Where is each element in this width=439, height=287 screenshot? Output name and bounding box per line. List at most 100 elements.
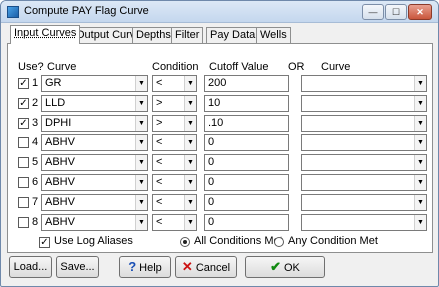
- ok-button[interactable]: ✔ OK: [245, 256, 325, 278]
- use-row-checkbox[interactable]: [18, 157, 29, 168]
- title-bar[interactable]: Compute PAY Flag Curve — ☐ ✕: [1, 1, 438, 23]
- use-row-checkbox[interactable]: ✓: [18, 98, 29, 109]
- curve-header: Curve: [47, 61, 77, 73]
- cutoff-input[interactable]: 0: [204, 154, 289, 171]
- help-icon: ?: [128, 259, 137, 274]
- cancel-label: Cancel: [195, 262, 231, 274]
- curve-select[interactable]: LLD ▼: [41, 95, 148, 112]
- alt-curve-select[interactable]: ▼: [301, 194, 427, 211]
- condition-value: <: [156, 216, 163, 228]
- chevron-down-icon: ▼: [135, 155, 147, 170]
- window-title: Compute PAY Flag Curve: [24, 5, 149, 17]
- curve-select[interactable]: ABHV ▼: [41, 214, 148, 231]
- condition-select[interactable]: < ▼: [152, 174, 197, 191]
- use-row-checkbox[interactable]: [18, 177, 29, 188]
- cutoff-value: 0: [208, 196, 215, 208]
- cutoff-value: 200: [208, 77, 227, 89]
- cutoff-input[interactable]: 10: [204, 95, 289, 112]
- tab-filter[interactable]: Filter: [171, 27, 204, 43]
- cancel-icon: ✕: [181, 259, 193, 274]
- curve-value: ABHV: [45, 156, 75, 168]
- alt-curve-select[interactable]: ▼: [301, 115, 427, 132]
- condition-select[interactable]: < ▼: [152, 134, 197, 151]
- tab-wells[interactable]: Wells: [256, 27, 291, 43]
- chevron-down-icon: ▼: [414, 96, 426, 111]
- condition-select[interactable]: < ▼: [152, 75, 197, 92]
- use-row-checkbox[interactable]: [18, 197, 29, 208]
- chevron-down-icon: ▼: [414, 195, 426, 210]
- close-button[interactable]: ✕: [408, 4, 432, 20]
- condition-select[interactable]: > ▼: [152, 95, 197, 112]
- help-label: Help: [139, 262, 162, 274]
- tab-pay-data[interactable]: Pay Data: [206, 27, 260, 43]
- cutoff-input[interactable]: 200: [204, 75, 289, 92]
- use-log-aliases-label: Use Log Aliases: [54, 235, 133, 247]
- alt-curve-select[interactable]: ▼: [301, 75, 427, 92]
- condition-select[interactable]: < ▼: [152, 194, 197, 211]
- alt-curve-select[interactable]: ▼: [301, 134, 427, 151]
- chevron-down-icon: ▼: [135, 215, 147, 230]
- condition-select[interactable]: > ▼: [152, 115, 197, 132]
- cutoff-value: 0: [208, 156, 215, 168]
- maximize-button[interactable]: ☐: [385, 4, 407, 20]
- curve-value: ABHV: [45, 196, 75, 208]
- check-mark-icon: ✓: [40, 237, 49, 248]
- curve-select[interactable]: ABHV ▼: [41, 154, 148, 171]
- curve-select[interactable]: DPHI ▼: [41, 115, 148, 132]
- chevron-down-icon: ▼: [184, 215, 196, 230]
- use-row-checkbox[interactable]: [18, 137, 29, 148]
- condition-value: <: [156, 77, 163, 89]
- curve-select[interactable]: ABHV ▼: [41, 174, 148, 191]
- minimize-button[interactable]: —: [362, 4, 384, 20]
- row-number: 6: [32, 176, 39, 188]
- condition-select[interactable]: < ▼: [152, 154, 197, 171]
- help-button[interactable]: ? Help: [119, 256, 171, 278]
- check-mark-icon: ✓: [19, 118, 28, 129]
- curve-value: DPHI: [45, 117, 72, 129]
- cutoff-header: Cutoff Value: [209, 61, 269, 73]
- chevron-down-icon: ▼: [184, 155, 196, 170]
- cutoff-input[interactable]: 0: [204, 134, 289, 151]
- chevron-down-icon: ▼: [414, 215, 426, 230]
- use-row-checkbox[interactable]: [18, 217, 29, 228]
- tab-depths[interactable]: Depths: [132, 27, 175, 43]
- condition-select[interactable]: < ▼: [152, 214, 197, 231]
- all-conditions-radio[interactable]: [180, 237, 190, 247]
- cutoff-value: 0: [208, 136, 215, 148]
- use-row-checkbox[interactable]: ✓: [18, 78, 29, 89]
- cancel-button[interactable]: ✕ Cancel: [175, 256, 237, 278]
- chevron-down-icon: ▼: [184, 175, 196, 190]
- condition-value: <: [156, 136, 163, 148]
- condition-value: <: [156, 176, 163, 188]
- any-condition-label: Any Condition Met: [288, 235, 378, 247]
- cutoff-input[interactable]: 0: [204, 194, 289, 211]
- load-button[interactable]: Load...: [9, 256, 52, 278]
- use-row-checkbox[interactable]: ✓: [18, 118, 29, 129]
- cutoff-input[interactable]: 0: [204, 214, 289, 231]
- row-number: 8: [32, 216, 39, 228]
- curve-select[interactable]: ABHV ▼: [41, 194, 148, 211]
- alt-curve-select[interactable]: ▼: [301, 174, 427, 191]
- curve-select[interactable]: GR ▼: [41, 75, 148, 92]
- cutoff-input[interactable]: 0: [204, 174, 289, 191]
- chevron-down-icon: ▼: [414, 155, 426, 170]
- alt-curve-select[interactable]: ▼: [301, 214, 427, 231]
- curve-value: ABHV: [45, 176, 75, 188]
- curve-select[interactable]: ABHV ▼: [41, 134, 148, 151]
- any-condition-radio[interactable]: [274, 237, 284, 247]
- check-mark-icon: ✓: [19, 78, 28, 89]
- alt-curve-select[interactable]: ▼: [301, 95, 427, 112]
- chevron-down-icon: ▼: [135, 76, 147, 91]
- use-log-aliases-checkbox[interactable]: ✓: [39, 237, 50, 248]
- row-number: 3: [32, 117, 39, 129]
- condition-value: >: [156, 97, 163, 109]
- cutoff-value: 10: [208, 97, 221, 109]
- alt-curve-select[interactable]: ▼: [301, 154, 427, 171]
- row-number: 2: [32, 97, 39, 109]
- row-number: 1: [32, 77, 39, 89]
- save-button[interactable]: Save...: [56, 256, 99, 278]
- tab-input-curves[interactable]: Input Curves: [10, 25, 81, 44]
- chevron-down-icon: ▼: [414, 135, 426, 150]
- curve-value: GR: [45, 77, 62, 89]
- cutoff-input[interactable]: .10: [204, 115, 289, 132]
